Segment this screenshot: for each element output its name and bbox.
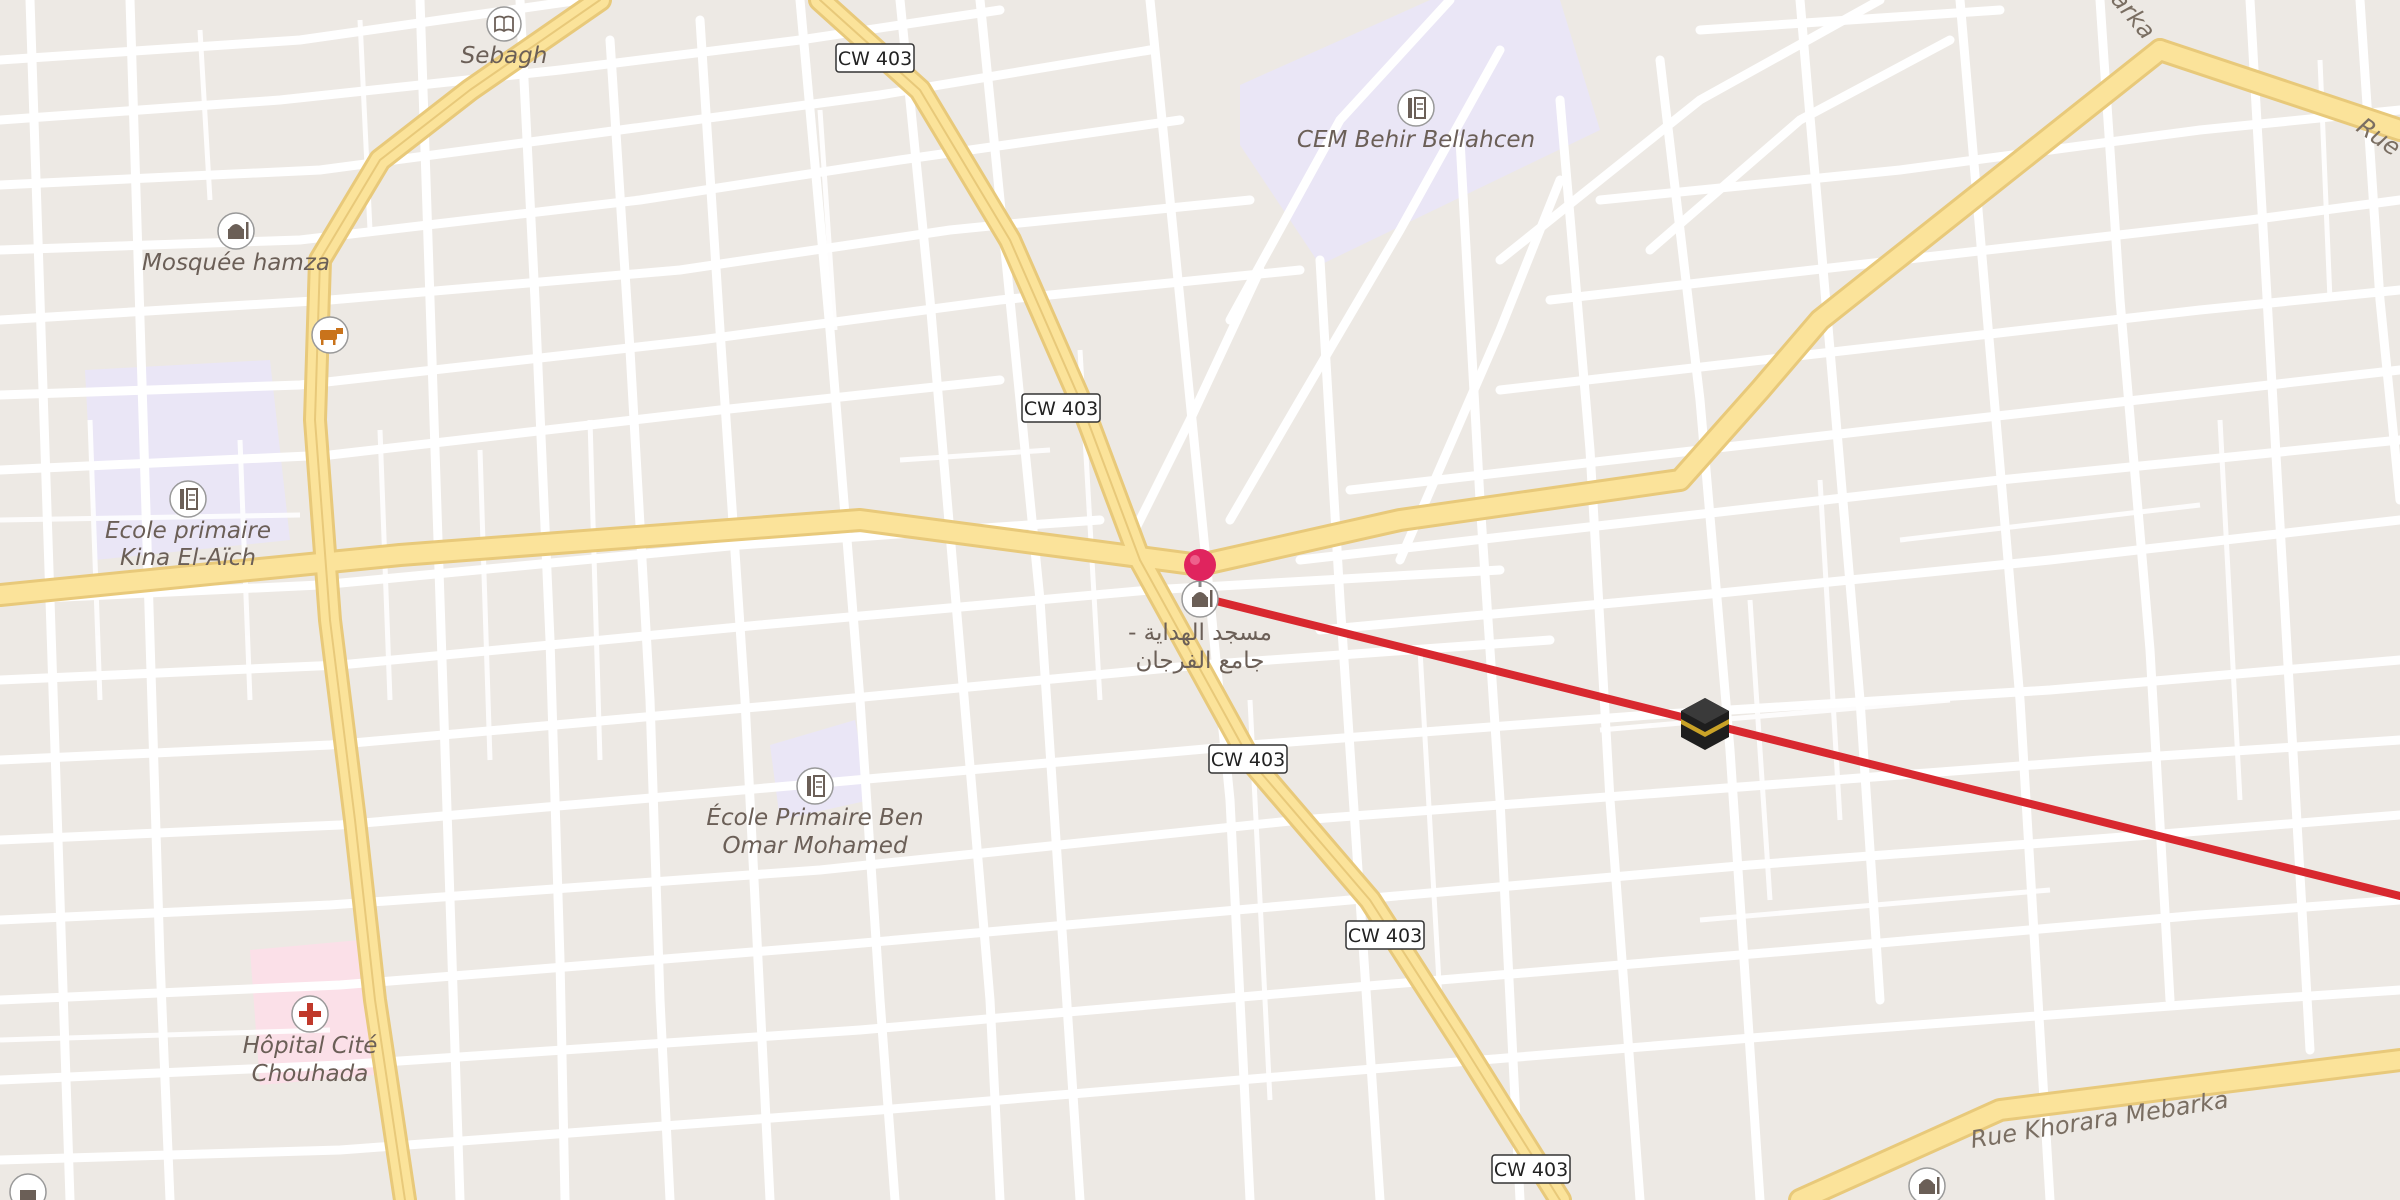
- svg-text:CW 403: CW 403: [1494, 1159, 1568, 1181]
- school-icon[interactable]: [169, 480, 207, 518]
- svg-text:CW 403: CW 403: [1348, 925, 1422, 947]
- poi-label-ben-line1: École Primaire Ben: [706, 803, 923, 831]
- poi-label-mosque-ar-line1: مسجد الهداية -: [1128, 620, 1272, 646]
- mosque-icon[interactable]: [1908, 1167, 1946, 1200]
- poi-label-hospital-line2: Chouhada: [252, 1061, 369, 1087]
- map-canvas[interactable]: CW 403 CW 403 CW 403 CW 403 CW 403 Rue K…: [0, 0, 2400, 1200]
- road-shield: CW 403: [1345, 920, 1425, 950]
- poi-label-sebagh: Sebagh: [461, 43, 548, 69]
- road-shield: CW 403: [835, 43, 915, 73]
- road-shield: CW 403: [1491, 1154, 1571, 1184]
- road-shield: CW 403: [1021, 393, 1101, 423]
- school-icon[interactable]: [1397, 89, 1435, 127]
- poi-label-ben-line2: Omar Mohamed: [722, 833, 908, 859]
- poi-label-mosque-hamza: Mosquée hamza: [142, 250, 330, 276]
- road-shield: CW 403: [1208, 744, 1288, 774]
- book-icon[interactable]: [486, 6, 522, 42]
- cow-icon[interactable]: [311, 316, 349, 354]
- svg-text:CW 403: CW 403: [1211, 749, 1285, 771]
- poi-label-mosque-ar-line2: جامع الفرجان: [1136, 648, 1265, 674]
- mosque-icon[interactable]: [217, 212, 255, 250]
- svg-text:CW 403: CW 403: [838, 48, 912, 70]
- poi-label-cem: CEM Behir Bellahcen: [1297, 127, 1535, 153]
- school-icon[interactable]: [796, 767, 834, 805]
- poi-label-kina-line2: Kina El-Aïch: [120, 545, 256, 571]
- poi-label-hospital-line1: Hôpital Cité: [243, 1033, 378, 1059]
- poi-label-kina-line1: Ecole primaire: [105, 518, 271, 544]
- svg-text:CW 403: CW 403: [1024, 398, 1098, 420]
- hospital-icon[interactable]: [291, 995, 329, 1033]
